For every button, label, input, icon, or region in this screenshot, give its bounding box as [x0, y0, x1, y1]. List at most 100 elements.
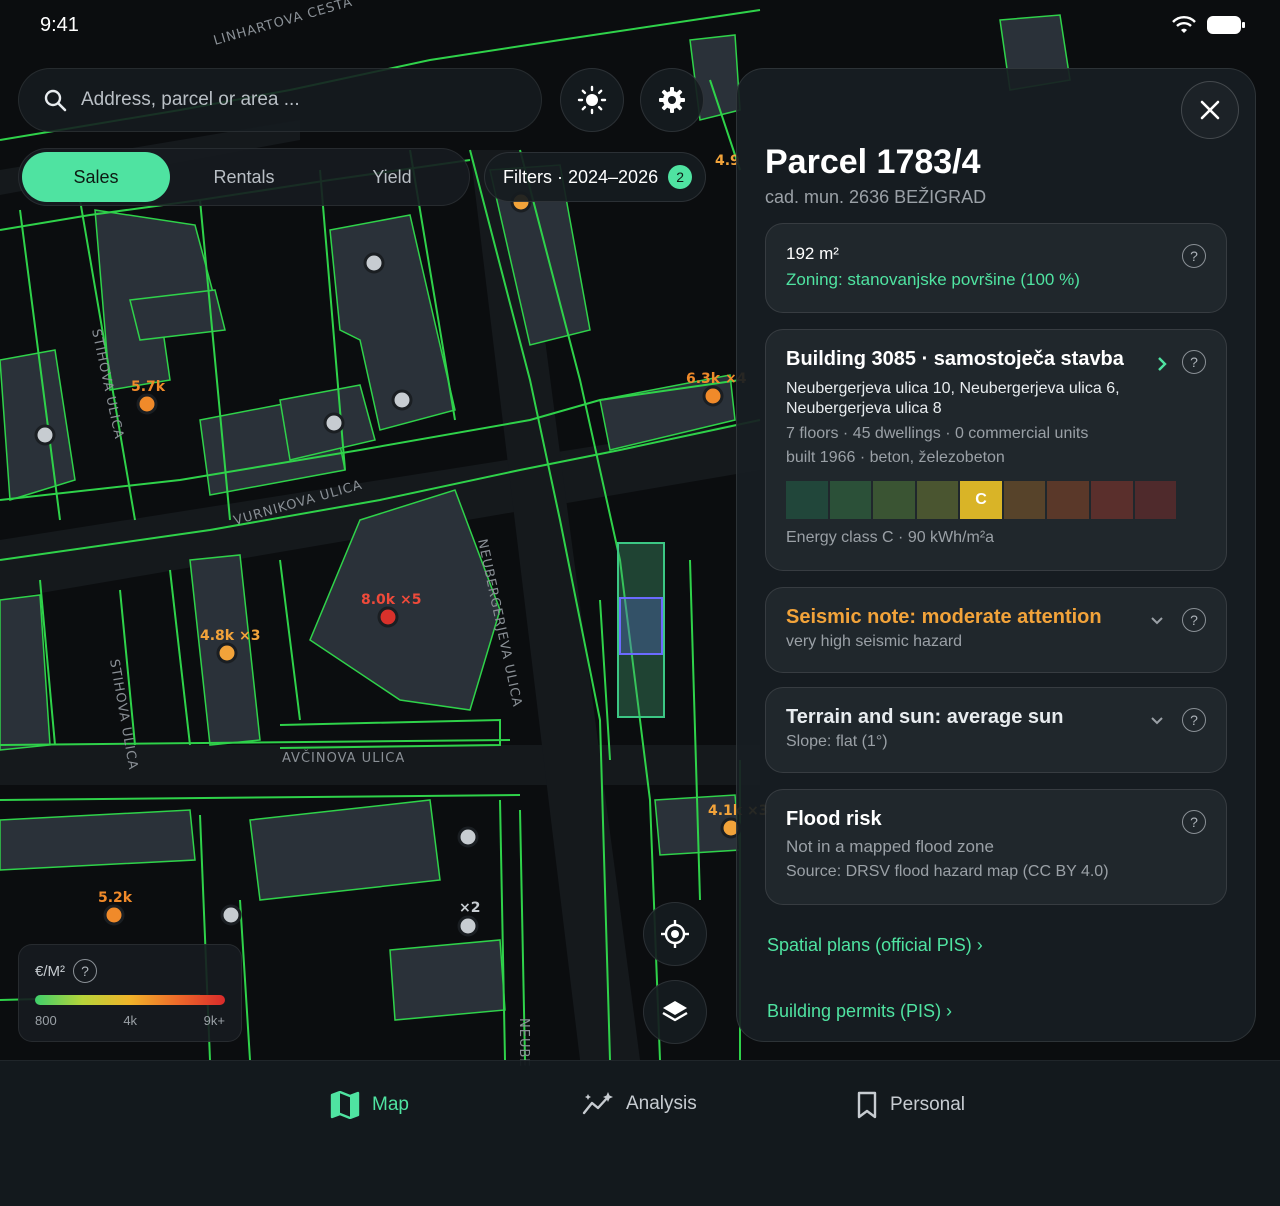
filters-count-badge: 2 [668, 165, 693, 189]
filters-button[interactable]: Filters · 2024–2026 2 [484, 152, 706, 202]
pin-price-label: 4.8k ×3 [200, 628, 260, 644]
theme-toggle-button[interactable] [560, 68, 624, 132]
energy-step [786, 481, 828, 519]
bookmark-icon [857, 1091, 877, 1119]
search-input[interactable] [81, 89, 501, 111]
tab-sales[interactable]: Sales [22, 152, 170, 202]
flood-card: ? Flood risk Not in a mapped flood zone … [765, 789, 1227, 905]
locate-me-button[interactable] [643, 902, 707, 966]
help-icon[interactable]: ? [1182, 350, 1206, 374]
nav-analysis[interactable]: Analysis [582, 1091, 697, 1117]
pin-price-label: ×2 [459, 900, 480, 916]
crosshair-icon [661, 920, 689, 948]
analysis-sparkle-icon [582, 1092, 613, 1115]
map-pin [34, 424, 56, 446]
settings-button[interactable] [640, 68, 704, 132]
energy-step [1090, 481, 1133, 519]
building-built: built 1966 · beton, železobeton [786, 449, 1005, 466]
pin-price-label: 5.2k [98, 890, 133, 906]
battery-icon [1207, 16, 1245, 34]
energy-step [1003, 481, 1046, 519]
wifi-icon [1172, 16, 1196, 33]
help-icon[interactable]: ? [73, 959, 97, 983]
price-legend: €/M² ? 800 4k 9k+ [18, 944, 242, 1042]
map-pin [377, 606, 399, 628]
close-icon [1200, 100, 1220, 120]
terrain-title: Terrain and sun: average sun [786, 706, 1064, 728]
gear-icon [659, 87, 685, 113]
help-icon[interactable]: ? [1182, 608, 1206, 632]
layers-icon [662, 1001, 688, 1022]
search-icon [44, 89, 67, 112]
nav-map[interactable]: Map [330, 1091, 409, 1119]
seismic-card[interactable]: ? Seismic note: moderate attention very … [765, 587, 1227, 673]
status-icons [1172, 14, 1246, 36]
terrain-card[interactable]: ? Terrain and sun: average sun Slope: fl… [765, 687, 1227, 773]
status-time: 9:41 [40, 14, 79, 36]
energy-step [829, 481, 872, 519]
legend-tick: 4k [123, 1013, 138, 1028]
filters-label: Filters · 2024–2026 [503, 166, 659, 187]
street-label: AVČINOVA ULICA [282, 750, 405, 766]
close-button[interactable] [1181, 81, 1239, 139]
nav-label: Map [372, 1094, 409, 1115]
map-pin [363, 252, 385, 274]
legend-gradient [35, 995, 225, 1005]
seismic-title: Seismic note: moderate attention [786, 606, 1102, 628]
building-addresses: Neubergerjeva ulica 10, Neubergerjeva ul… [786, 380, 1120, 417]
parcel-title: Parcel 1783/4 [765, 143, 981, 181]
map-pin [457, 826, 479, 848]
map-pin [391, 389, 413, 411]
seismic-detail: very high seismic hazard [786, 633, 963, 650]
parcel-subtitle: cad. mun. 2636 BEŽIGRAD [765, 187, 987, 207]
nav-label: Personal [890, 1094, 965, 1115]
building-card[interactable]: ? Building 3085 · samostoječa stavba Neu… [765, 329, 1227, 571]
parcel-area: 192 m² [786, 244, 839, 263]
legend-tick: 9k+ [203, 1013, 225, 1028]
energy-step [916, 481, 959, 519]
energy-step [1134, 481, 1177, 519]
layers-button[interactable] [643, 980, 707, 1044]
chevron-down-icon[interactable] [1150, 716, 1164, 726]
energy-caption: Energy class C · 90 kWh/m²a [786, 529, 995, 546]
map-pin [216, 642, 238, 664]
legend-unit: €/M² [35, 962, 65, 980]
map-pin [323, 412, 345, 434]
energy-class-scale: C [786, 481, 1177, 519]
terrain-detail: Slope: flat (1°) [786, 733, 888, 750]
map-pin [103, 904, 125, 926]
pin-price-label: 8.0k ×5 [361, 592, 421, 608]
mode-tabs: Sales Rentals Yield [18, 148, 470, 206]
tab-yield[interactable]: Yield [318, 152, 466, 202]
building-stats: 7 floors · 45 dwellings · 0 commercial u… [786, 425, 1089, 442]
help-icon[interactable]: ? [1182, 244, 1206, 268]
help-icon[interactable]: ? [1182, 810, 1206, 834]
energy-step [873, 481, 915, 519]
map-pin [702, 385, 724, 407]
search-bar[interactable] [18, 68, 542, 132]
spatial-plans-link[interactable]: Spatial plans (official PIS) › [767, 935, 983, 956]
parcel-zoning: Zoning: stanovanjske površine (100 %) [786, 270, 1080, 289]
flood-title: Flood risk [786, 808, 882, 830]
map-icon [330, 1091, 360, 1119]
nav-label: Analysis [626, 1093, 697, 1114]
chevron-down-icon[interactable] [1150, 616, 1164, 626]
map-pin [136, 393, 158, 415]
help-icon[interactable]: ? [1182, 708, 1206, 732]
legend-tick: 800 [35, 1013, 57, 1028]
bottom-navigation: Map Analysis Personal [0, 1060, 1280, 1206]
flood-source: Source: DRSV flood hazard map (CC BY 4.0… [786, 863, 1109, 880]
sun-icon [577, 85, 607, 115]
map-pin [457, 915, 479, 937]
nav-personal[interactable]: Personal [856, 1091, 965, 1119]
map-pin [220, 904, 242, 926]
pin-price-label: 5.7k [131, 379, 166, 395]
parcel-detail-panel: Parcel 1783/4 cad. mun. 2636 BEŽIGRAD ? … [736, 68, 1256, 1042]
energy-step [1047, 481, 1089, 519]
energy-step-selected: C [960, 481, 1002, 519]
tab-rentals[interactable]: Rentals [170, 152, 318, 202]
building-title: Building 3085 · samostoječa stavba [786, 348, 1124, 370]
flood-detail: Not in a mapped flood zone [786, 837, 994, 856]
building-permits-link[interactable]: Building permits (PIS) › [767, 1001, 952, 1022]
chevron-right-icon[interactable] [1156, 356, 1168, 372]
